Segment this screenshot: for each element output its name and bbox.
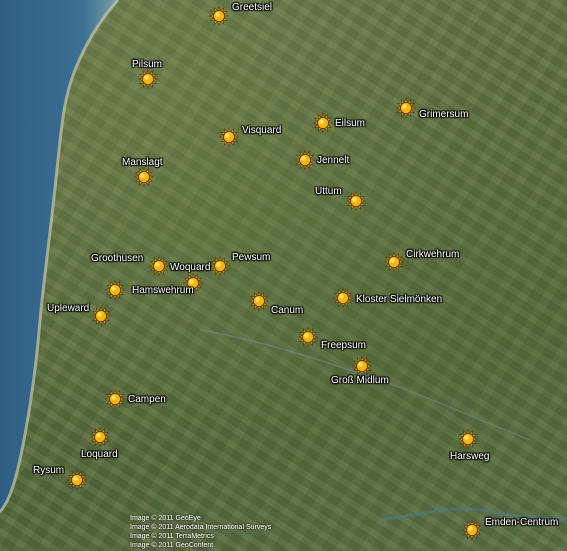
sun-icon[interactable] <box>351 355 373 377</box>
sun-icon[interactable] <box>461 519 483 541</box>
place-label[interactable]: Uttum <box>315 187 342 197</box>
sun-icon[interactable] <box>383 251 405 273</box>
sun-icon[interactable] <box>148 255 170 277</box>
place-label[interactable]: Upleward <box>47 304 89 314</box>
sun-icon[interactable] <box>457 428 479 450</box>
place-label[interactable]: Pilsum <box>132 60 162 70</box>
place-label[interactable]: Jennelt <box>317 156 349 166</box>
credit-line: Image © 2011 TerraMetrics <box>130 533 214 540</box>
place-label[interactable]: Emden-Centrum <box>485 518 558 528</box>
credit-line: Image © 2011 Aerodata International Surv… <box>130 524 272 531</box>
sun-icon[interactable] <box>104 279 126 301</box>
place-label[interactable]: Visquard <box>242 126 281 136</box>
sun-icon[interactable] <box>297 326 319 348</box>
place-label[interactable]: Cirkwehrum <box>406 250 459 260</box>
sun-icon[interactable] <box>395 97 417 119</box>
imagery-credits: Image © 2011 GeoEye Image © 2011 Aerodat… <box>130 514 271 550</box>
place-label[interactable]: Groß Midlum <box>331 376 389 386</box>
sun-icon[interactable] <box>345 190 367 212</box>
sun-icon[interactable] <box>294 149 316 171</box>
sun-icon[interactable] <box>332 287 354 309</box>
place-label[interactable]: Harsweg <box>450 452 489 462</box>
place-label[interactable]: Rysum <box>33 466 64 476</box>
credit-line: Image © 2011 GeoEye <box>130 515 201 522</box>
sun-icon[interactable] <box>218 126 240 148</box>
sea-area <box>0 0 567 522</box>
place-label[interactable]: Canum <box>271 306 303 316</box>
sun-icon[interactable] <box>248 290 270 312</box>
sun-icon[interactable] <box>312 112 334 134</box>
sun-icon[interactable] <box>208 5 230 27</box>
sun-icon[interactable] <box>90 305 112 327</box>
place-label[interactable]: Greetsiel <box>232 3 272 13</box>
place-label[interactable]: Groothusen <box>91 254 143 264</box>
sun-icon[interactable] <box>89 426 111 448</box>
place-label[interactable]: Grimersum <box>419 110 468 120</box>
sun-icon[interactable] <box>104 388 126 410</box>
satellite-map[interactable]: Greetsiel Pilsum Grimersum Eilsum Visquard Je… <box>0 0 567 551</box>
sun-icon[interactable] <box>133 166 155 188</box>
place-label[interactable]: Freepsum <box>321 341 366 351</box>
place-label[interactable]: Woquard <box>170 263 210 273</box>
place-label[interactable]: Loquard <box>81 450 118 460</box>
credit-line: Image © 2011 GeoContent <box>130 542 214 549</box>
sun-icon[interactable] <box>66 469 88 491</box>
place-label[interactable]: Hamswehrum <box>132 286 194 296</box>
place-label[interactable]: Campen <box>128 395 166 405</box>
sun-icon[interactable] <box>209 255 231 277</box>
place-label[interactable]: Kloster Sielmönken <box>356 295 442 305</box>
place-label[interactable]: Manslagt <box>122 158 163 168</box>
place-label[interactable]: Pewsum <box>232 253 270 263</box>
place-label[interactable]: Eilsum <box>335 119 365 129</box>
sun-icon[interactable] <box>137 68 159 90</box>
